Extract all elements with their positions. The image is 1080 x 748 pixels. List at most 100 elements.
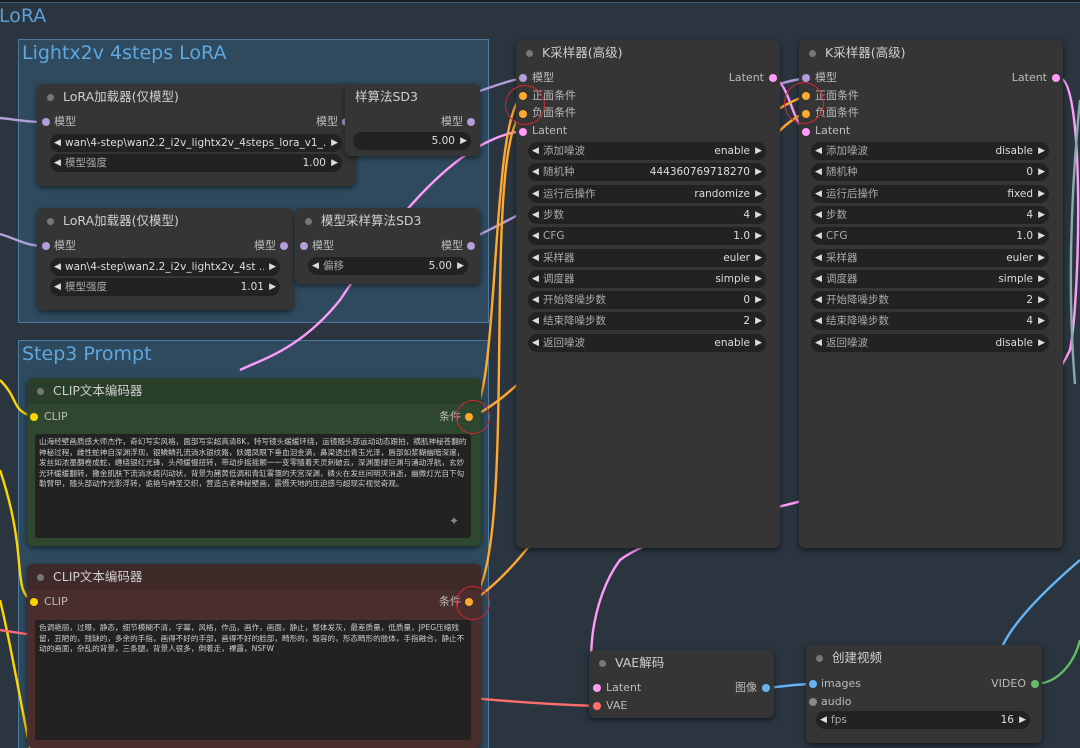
collapse-dot[interactable] [47, 94, 54, 101]
shift-widget[interactable]: 5.00 ▶ [353, 132, 471, 150]
input-socket-clip[interactable] [30, 413, 38, 421]
arrow-left-icon[interactable]: ◀ [312, 257, 319, 275]
arrow-left-icon[interactable]: ◀ [532, 142, 539, 160]
arrow-left-icon[interactable]: ◀ [815, 270, 822, 288]
model-sampling-sd3-node-1[interactable]: 样算法SD3 模型 5.00 ▶ [345, 84, 480, 156]
output-socket-latent[interactable] [1052, 74, 1060, 82]
arrow-left-icon[interactable]: ◀ [54, 154, 61, 172]
arrow-left-icon[interactable]: ◀ [54, 134, 61, 152]
sampler-widget[interactable]: ◀ 采样器 euler ▶ [528, 248, 766, 267]
collapse-dot[interactable] [599, 660, 606, 667]
output-socket-model[interactable] [467, 118, 475, 126]
arrow-left-icon[interactable]: ◀ [815, 249, 822, 267]
arrow-left-icon[interactable]: ◀ [532, 249, 539, 267]
arrow-right-icon[interactable]: ▶ [1038, 206, 1045, 224]
sampler-widget[interactable]: ◀ 开始降噪步数 0 ▶ [528, 291, 766, 310]
sampler-widget[interactable]: ◀ 运行后操作 fixed ▶ [811, 184, 1049, 203]
arrow-right-icon[interactable]: ▶ [1038, 312, 1045, 330]
vae-decode-node[interactable]: VAE解码 Latent 图像 VAE [589, 650, 774, 718]
fps-widget[interactable]: ◀ fps 16 ▶ [816, 711, 1030, 729]
arrow-right-icon[interactable]: ▶ [269, 278, 276, 296]
arrow-right-icon[interactable]: ▶ [755, 249, 762, 267]
sampler-widget[interactable]: ◀ 添加噪波 enable ▶ [528, 142, 766, 160]
node-canvas[interactable]: LoRA Lightx2v 4steps LoRA Step3 Prompt L… [0, 0, 1080, 748]
clip-text-encode-negative[interactable]: CLIP文本编码器 CLIP 条件 色调艳丽，过曝，静态，细节模糊不清，字幕，风… [27, 564, 481, 748]
input-socket-latent[interactable] [593, 684, 601, 692]
input-socket-images[interactable] [809, 680, 817, 688]
arrow-right-icon[interactable]: ▶ [1038, 185, 1045, 203]
ksampler-advanced-node-2[interactable]: K采样器(高级) 模型 Latent 正面条件 负面条件 Latent ◀ 添加噪… [799, 40, 1063, 548]
arrow-right-icon[interactable]: ▶ [755, 312, 762, 330]
arrow-right-icon[interactable]: ▶ [755, 142, 762, 160]
model-strength-widget[interactable]: ◀ 模型强度 1.00 ▶ [50, 154, 342, 172]
arrow-right-icon[interactable]: ▶ [1038, 227, 1045, 245]
negative-prompt-textarea[interactable]: 色调艳丽，过曝，静态，细节模糊不清，字幕，风格，作品，画作，画面，静止，整体发灰… [35, 620, 471, 740]
arrow-left-icon[interactable]: ◀ [815, 312, 822, 330]
sampler-widget[interactable]: ◀ 返回噪波 enable ▶ [528, 333, 766, 352]
input-socket-latent[interactable] [519, 128, 527, 136]
model-strength-widget[interactable]: ◀ 模型强度 1.01 ▶ [50, 278, 280, 296]
arrow-left-icon[interactable]: ◀ [54, 278, 61, 296]
arrow-left-icon[interactable]: ◀ [815, 142, 822, 160]
sampler-widget[interactable]: ◀ 调度器 simple ▶ [528, 269, 766, 288]
input-socket-model[interactable] [300, 242, 308, 250]
collapse-dot[interactable] [809, 50, 816, 57]
lora-name-combo[interactable]: ◀ wan\4-step\wan2.2_i2v_lightx2v_4steps_l… [50, 134, 342, 152]
arrow-right-icon[interactable]: ▶ [755, 163, 762, 181]
sampler-widget[interactable]: ◀ 调度器 simple ▶ [811, 269, 1049, 288]
arrow-right-icon[interactable]: ▶ [1038, 142, 1045, 160]
sampler-widget[interactable]: ◀ 开始降噪步数 2 ▶ [811, 291, 1049, 310]
input-socket-latent[interactable] [802, 128, 810, 136]
sampler-widget[interactable]: ◀ CFG 1.0 ▶ [811, 227, 1049, 246]
input-socket-model[interactable] [802, 74, 810, 82]
prompt-textarea[interactable]: 山海经壁画质感大师杰作，奇幻写实风格，面部写实超高清8K，特写镜头缓缓环绕，运镜… [35, 434, 471, 538]
arrow-right-icon[interactable]: ▶ [755, 334, 762, 352]
arrow-left-icon[interactable]: ◀ [532, 291, 539, 309]
arrow-left-icon[interactable]: ◀ [532, 163, 539, 181]
arrow-right-icon[interactable]: ▶ [755, 270, 762, 288]
shift-widget[interactable]: ◀ 偏移 5.00 ▶ [308, 257, 468, 275]
arrow-left-icon[interactable]: ◀ [532, 227, 539, 245]
collapse-dot[interactable] [305, 218, 312, 225]
create-video-node[interactable]: 创建视频 images VIDEO audio ◀ fps 16 ▶ [806, 645, 1042, 743]
sampler-widget[interactable]: ◀ 步数 4 ▶ [811, 205, 1049, 224]
arrow-left-icon[interactable]: ◀ [815, 334, 822, 352]
arrow-left-icon[interactable]: ◀ [532, 312, 539, 330]
arrow-left-icon[interactable]: ◀ [815, 206, 822, 224]
sampler-widget[interactable]: ◀ 采样器 euler ▶ [811, 248, 1049, 267]
arrow-right-icon[interactable]: ▶ [1019, 711, 1026, 729]
collapse-dot[interactable] [47, 218, 54, 225]
ksampler-advanced-node-1[interactable]: K采样器(高级) 模型 Latent 正面条件 负面条件 Latent ◀ 添加噪… [516, 40, 780, 548]
arrow-right-icon[interactable]: ▶ [460, 132, 467, 150]
collapse-dot[interactable] [816, 655, 823, 662]
lora-loader-node-2[interactable]: LoRA加载器(仅模型) 模型 模型 ◀ wan\4-step\wan2.2_i2… [37, 208, 293, 310]
sampler-widget[interactable]: ◀ 随机种 0 ▶ [811, 163, 1049, 182]
sparkle-icon[interactable]: ✦ [449, 514, 459, 528]
arrow-right-icon[interactable]: ▶ [755, 291, 762, 309]
output-socket-video[interactable] [1031, 680, 1039, 688]
arrow-right-icon[interactable]: ▶ [1038, 270, 1045, 288]
arrow-right-icon[interactable]: ▶ [331, 134, 338, 152]
arrow-right-icon[interactable]: ▶ [755, 206, 762, 224]
arrow-right-icon[interactable]: ▶ [331, 154, 338, 172]
sampler-widget[interactable]: ◀ 返回噪波 disable ▶ [811, 333, 1049, 352]
sampler-widget[interactable]: ◀ 结束降噪步数 4 ▶ [811, 312, 1049, 331]
arrow-left-icon[interactable]: ◀ [815, 227, 822, 245]
collapse-dot[interactable] [37, 574, 44, 581]
arrow-left-icon[interactable]: ◀ [532, 206, 539, 224]
clip-text-encode-positive[interactable]: CLIP文本编码器 CLIP 条件 山海经壁画质感大师杰作，奇幻写实风格，面部写… [27, 378, 481, 546]
input-socket-model[interactable] [42, 118, 50, 126]
input-socket-clip[interactable] [30, 598, 38, 606]
sampler-widget[interactable]: ◀ 随机种 444360769718270 ▶ [528, 163, 766, 182]
arrow-left-icon[interactable]: ◀ [815, 291, 822, 309]
arrow-left-icon[interactable]: ◀ [820, 711, 827, 729]
arrow-right-icon[interactable]: ▶ [457, 257, 464, 275]
input-socket-model[interactable] [519, 74, 527, 82]
arrow-right-icon[interactable]: ▶ [1038, 249, 1045, 267]
output-socket-model[interactable] [280, 242, 288, 250]
collapse-dot[interactable] [526, 50, 533, 57]
sampler-widget[interactable]: ◀ 结束降噪步数 2 ▶ [528, 312, 766, 331]
arrow-right-icon[interactable]: ▶ [269, 258, 276, 276]
lora-loader-node-1[interactable]: LoRA加载器(仅模型) 模型 模型 ◀ wan\4-step\wan2.2_i2… [37, 84, 355, 186]
sampler-widget[interactable]: ◀ 运行后操作 randomize ▶ [528, 184, 766, 203]
